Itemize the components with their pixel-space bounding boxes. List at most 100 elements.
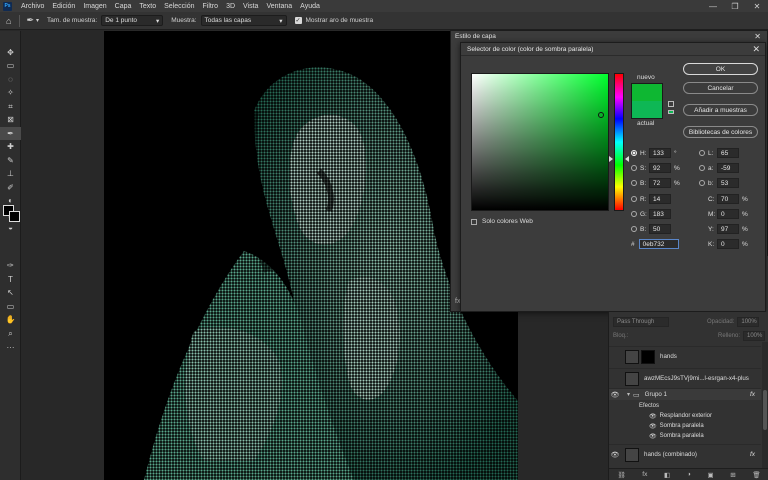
menu-vista[interactable]: Vista <box>239 3 262 10</box>
lightness-radio[interactable] <box>699 150 705 156</box>
red-radio[interactable] <box>631 196 637 202</box>
green-input[interactable]: 183 <box>649 209 671 219</box>
cube-icon[interactable] <box>668 101 674 107</box>
history-brush-icon[interactable]: ✐ <box>0 181 21 194</box>
menu-filtro[interactable]: Filtro <box>199 3 223 10</box>
sample-size-select[interactable]: De 1 punto ▾ <box>101 15 164 26</box>
brush-tool-icon[interactable]: ✎ <box>0 154 21 167</box>
hue-slider[interactable] <box>614 73 624 211</box>
layer-mask-thumbnail[interactable] <box>641 349 655 364</box>
hue-slider-handle-left[interactable] <box>609 156 613 162</box>
green-radio[interactable] <box>631 211 637 217</box>
stamp-tool-icon[interactable]: ⊥ <box>0 167 21 180</box>
menu-ayuda[interactable]: Ayuda <box>296 3 324 10</box>
current-color-swatch[interactable] <box>631 101 663 119</box>
saturation-brightness-field[interactable] <box>471 73 609 211</box>
brightness-input[interactable]: 72 <box>649 178 671 188</box>
menu-ventana[interactable]: Ventana <box>262 3 296 10</box>
background-color[interactable] <box>9 211 20 222</box>
type-tool-icon[interactable]: T <box>0 273 21 286</box>
hue-slider-handle-right[interactable] <box>625 156 629 162</box>
close-icon[interactable]: ✕ <box>754 32 761 41</box>
red-input[interactable]: 14 <box>649 194 671 204</box>
layer-row-upscaled[interactable]: awzMEcsJ9sTVj9mi...l-esrgan-x4-plus <box>609 368 761 388</box>
hue-input[interactable]: 133 <box>649 148 671 158</box>
eye-icon[interactable]: 👁 <box>609 391 621 399</box>
a-radio[interactable] <box>699 165 705 171</box>
hand-tool-icon[interactable]: ✋ <box>0 313 21 326</box>
new-layer-icon[interactable]: ⊞ <box>730 471 735 479</box>
chevron-down-icon[interactable]: ▾ <box>627 391 630 398</box>
a-input[interactable]: -59 <box>717 163 739 173</box>
magenta-input[interactable]: 0 <box>717 209 739 219</box>
menu-3d[interactable]: 3D <box>222 3 239 10</box>
close-window-button[interactable]: ✕ <box>746 0 768 12</box>
zoom-tool-icon[interactable]: ⌕ <box>0 327 21 340</box>
marquee-tool-icon[interactable]: ▭ <box>0 59 21 72</box>
link-icon[interactable]: ⛓ <box>617 471 625 479</box>
show-ring-checkbox[interactable]: ✓ <box>294 17 302 24</box>
blue-input[interactable]: 50 <box>649 224 671 234</box>
web-colors-only[interactable]: Solo colores Web <box>471 218 533 225</box>
menu-texto[interactable]: Texto <box>135 3 160 10</box>
fx-badge[interactable]: fx <box>750 451 755 458</box>
chevron-down-icon[interactable]: ▾ <box>36 17 39 24</box>
hue-radio[interactable] <box>631 150 637 156</box>
web-safe-icon[interactable] <box>668 110 674 114</box>
fx-badge[interactable]: fx <box>750 391 755 398</box>
eye-icon[interactable]: 👁 <box>649 413 657 420</box>
layer-row-merged[interactable]: 👁 hands (combinado) fx <box>609 444 761 464</box>
minimize-button[interactable]: — <box>702 0 724 12</box>
lasso-tool-icon[interactable]: ◌ <box>0 73 21 86</box>
hex-input[interactable]: 0eb732 <box>638 239 679 249</box>
sample-select[interactable]: Todas las capas ▾ <box>200 15 287 26</box>
eye-icon[interactable]: 👁 <box>609 451 621 459</box>
menu-seleccion[interactable]: Selección <box>160 3 198 10</box>
add-to-swatches-button[interactable]: Añadir a muestras <box>683 104 758 116</box>
black-input[interactable]: 0 <box>717 239 739 249</box>
eyedropper-tool-icon[interactable]: ✒ <box>26 15 34 26</box>
scrollbar-thumb[interactable] <box>763 390 767 430</box>
effect-drop-shadow-2[interactable]: 👁 Sombra paralela <box>609 431 761 441</box>
effects-header[interactable]: Efectos <box>609 401 761 411</box>
move-tool-icon[interactable]: ✥ <box>0 46 21 59</box>
trash-icon[interactable]: 🗑 <box>752 471 760 479</box>
more-tools-icon[interactable]: ··· <box>0 341 21 354</box>
b-input[interactable]: 53 <box>717 178 739 188</box>
fx-icon[interactable]: fx <box>642 471 647 478</box>
color-libraries-button[interactable]: Bibliotecas de colores <box>683 126 758 138</box>
saturation-radio[interactable] <box>631 165 637 171</box>
layers-scrollbar[interactable] <box>762 342 768 468</box>
restore-button[interactable]: ❐ <box>724 0 746 12</box>
frame-tool-icon[interactable]: ⊠ <box>0 113 21 126</box>
menu-archivo[interactable]: Archivo <box>17 3 48 10</box>
path-select-icon[interactable]: ↖ <box>0 286 21 299</box>
blend-mode-select[interactable]: Pass Through <box>613 317 669 327</box>
close-icon[interactable]: ✕ <box>752 44 760 55</box>
saturation-input[interactable]: 92 <box>649 163 671 173</box>
effect-drop-shadow-1[interactable]: 👁 Sombra paralela <box>609 421 761 431</box>
mask-icon[interactable]: ◧ <box>664 471 670 479</box>
cyan-input[interactable]: 70 <box>717 194 739 204</box>
color-swatches[interactable] <box>3 205 21 223</box>
yellow-input[interactable]: 97 <box>717 224 739 234</box>
home-icon[interactable]: ⌂ <box>6 16 11 26</box>
ok-button[interactable]: OK <box>683 63 758 75</box>
eye-icon[interactable]: 👁 <box>649 423 657 430</box>
menu-capa[interactable]: Capa <box>111 3 136 10</box>
lightness-input[interactable]: 65 <box>717 148 739 158</box>
eyedropper-tool-icon[interactable]: ✒ <box>0 127 21 140</box>
healing-tool-icon[interactable]: ✚ <box>0 140 21 153</box>
menu-edicion[interactable]: Edición <box>48 3 79 10</box>
color-marker[interactable] <box>598 112 604 118</box>
layer-row-group[interactable]: 👁 ▾ ▭ Grupo 1 fx <box>609 388 761 400</box>
eye-icon[interactable]: 👁 <box>649 433 657 440</box>
effect-outer-glow[interactable]: 👁 Resplandor exterior <box>609 411 761 421</box>
menu-imagen[interactable]: Imagen <box>79 3 110 10</box>
layer-row-hands[interactable]: hands <box>609 346 761 366</box>
brightness-radio[interactable] <box>631 180 637 186</box>
quick-select-tool-icon[interactable]: ✧ <box>0 86 21 99</box>
group-icon[interactable]: ▣ <box>707 471 713 479</box>
web-colors-checkbox[interactable] <box>471 218 477 225</box>
crop-tool-icon[interactable]: ⌗ <box>0 100 21 113</box>
